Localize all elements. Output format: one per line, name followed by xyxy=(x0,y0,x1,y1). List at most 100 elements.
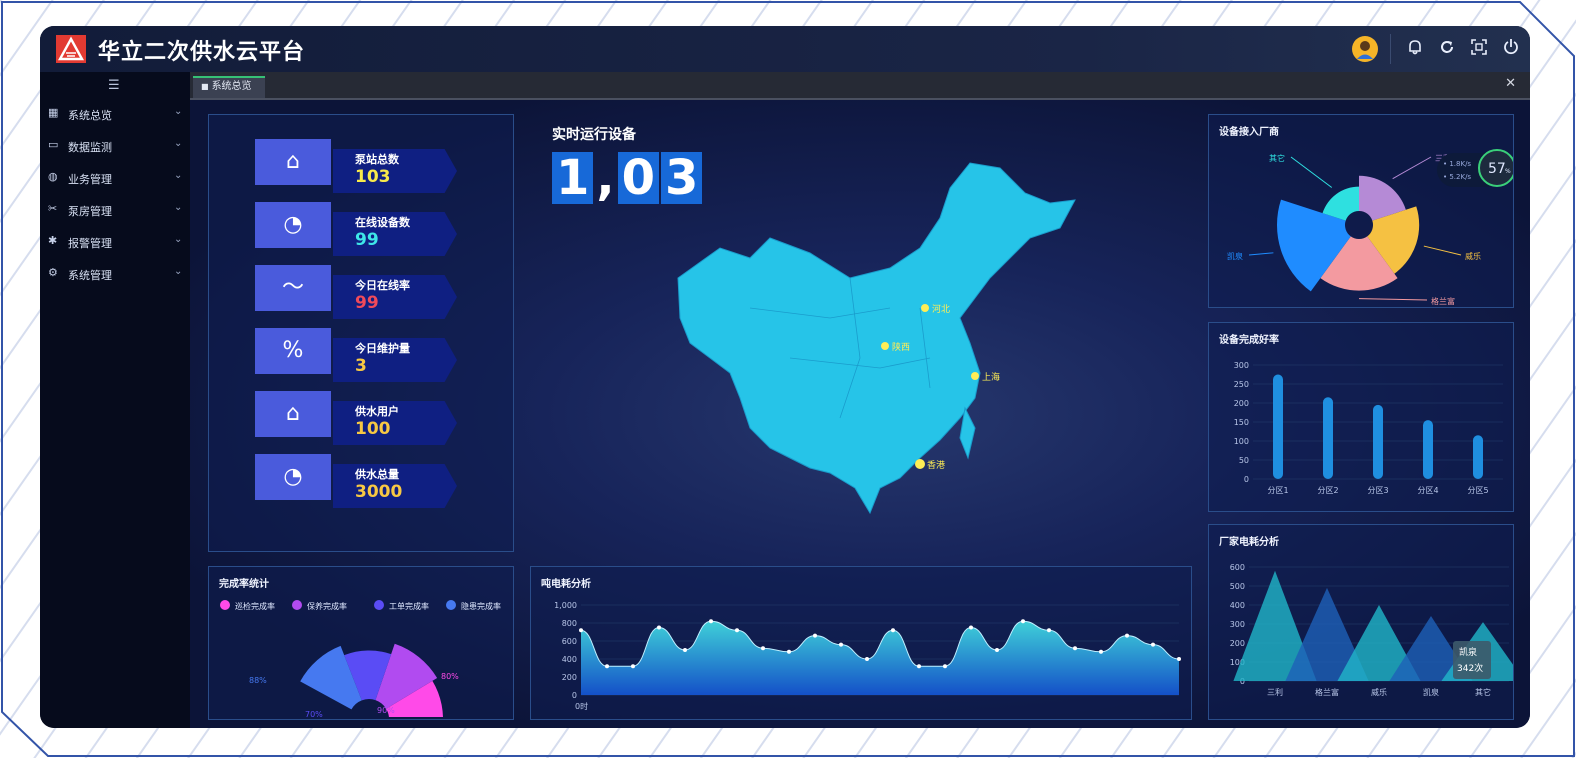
sidebar-item-system[interactable]: ⚙ 系统管理 ⌄ xyxy=(40,258,190,290)
stat-label: 在线设备数 xyxy=(355,216,410,229)
toolbar-divider xyxy=(1390,34,1391,64)
y-tick-label: 250 xyxy=(1234,380,1249,389)
x-tick-label: 凯泉 xyxy=(1423,687,1439,697)
stat-card: ⌂ 供水用户 100 xyxy=(255,391,471,445)
bar xyxy=(1473,435,1483,479)
area-point xyxy=(1047,628,1051,633)
y-tick-label: 500 xyxy=(1230,582,1245,591)
gauge-value: 57 xyxy=(1488,161,1506,177)
area-point xyxy=(605,664,609,669)
y-tick-label: 800 xyxy=(562,619,577,628)
menu-toggle-icon[interactable]: ☰ xyxy=(108,78,120,93)
area-point xyxy=(1021,619,1025,624)
area-point xyxy=(631,664,635,669)
monitor-icon: ▭ xyxy=(48,138,59,151)
area-point xyxy=(735,628,739,633)
stat-value: 99 xyxy=(355,293,379,313)
globe-icon: ◍ xyxy=(48,170,58,183)
x-tick-label: 分区5 xyxy=(1467,486,1488,495)
map-marker[interactable] xyxy=(971,372,979,380)
tab-bar: ■ 系统总览 ✕ xyxy=(190,72,1530,100)
tab-label: 系统总览 xyxy=(211,81,252,92)
counter-separator: , xyxy=(596,150,615,206)
area-point xyxy=(1151,642,1155,647)
power-icon[interactable] xyxy=(1500,38,1522,60)
y-tick-label: 200 xyxy=(562,673,577,682)
ton-chart[interactable]: 0 200 400 600 800 1,000 0时 xyxy=(531,589,1191,717)
pulse-icon: 〜 xyxy=(255,265,331,311)
y-tick-label: 150 xyxy=(1234,418,1249,427)
home-icon: ⌂ xyxy=(255,391,331,437)
vendor-leader xyxy=(1423,245,1462,256)
map-label: 河北 xyxy=(932,303,950,315)
x-tick-label: 其它 xyxy=(1475,687,1491,697)
stat-value: 99 xyxy=(355,230,379,250)
intact-chart[interactable]: 0 50 100 150 200 250 300 分区1 分区2 分区3 分区4 分区5 xyxy=(1209,345,1513,509)
energy-panel: 厂家电耗分析 0 100 200 300 400 500 600 三利 格兰富 威乐 凯泉 其它 凯泉 3… xyxy=(1208,524,1514,720)
vendor-chart[interactable]: 三利威乐格兰富凯泉其它• 1.8K/s• 5.2K/s57% xyxy=(1209,135,1513,305)
stat-value: 100 xyxy=(355,419,391,439)
x-tick-label: 0时 xyxy=(575,701,588,711)
y-tick-label: 400 xyxy=(562,655,577,664)
refresh-icon[interactable] xyxy=(1436,38,1458,60)
vendor-label: 凯泉 xyxy=(1227,251,1243,261)
area-point xyxy=(813,633,817,638)
tooltip-name: 凯泉 xyxy=(1459,646,1477,658)
app-title: 华立二次供水云平台 xyxy=(98,40,306,65)
sidebar-item-business[interactable]: ◍ 业务管理 ⌄ xyxy=(40,162,190,194)
y-tick-label: 200 xyxy=(1230,639,1245,648)
home-icon: ⌂ xyxy=(255,139,331,185)
y-tick-label: 300 xyxy=(1230,620,1245,629)
stat-card: 〜 今日在线率 99 xyxy=(255,265,471,319)
sidebar-item-alarm[interactable]: ✱ 报警管理 ⌄ xyxy=(40,226,190,258)
tab-overview[interactable]: ■ 系统总览 xyxy=(193,76,265,98)
vendor-label: 其它 xyxy=(1269,153,1285,163)
realtime-title: 实时运行设备 xyxy=(552,127,636,143)
area-point xyxy=(995,648,999,652)
area-point xyxy=(1099,649,1103,654)
chart-clock-icon: ◔ xyxy=(255,454,331,500)
area-point xyxy=(787,649,791,654)
top-bar: 华立二次供水云平台 xyxy=(40,26,1530,72)
map-marker[interactable] xyxy=(881,342,889,350)
area-point xyxy=(761,646,765,651)
area-point xyxy=(865,657,869,661)
stat-label: 泵站总数 xyxy=(355,153,399,166)
sidebar-item-monitoring[interactable]: ▭ 数据监测 ⌄ xyxy=(40,130,190,162)
bell-icon[interactable] xyxy=(1404,38,1426,60)
legend-label: 隐患完成率 xyxy=(461,601,501,611)
close-icon[interactable]: ✕ xyxy=(1505,76,1516,91)
stat-card: ◔ 在线设备数 99 xyxy=(255,202,471,256)
china-map[interactable]: 河北 陕西 上海 香港 xyxy=(630,158,1090,518)
legend-label: 巡检完成率 xyxy=(235,601,275,611)
bar xyxy=(1373,404,1383,479)
x-tick-label: 分区3 xyxy=(1367,486,1388,495)
map-marker[interactable] xyxy=(915,459,925,469)
chevron-down-icon: ⌄ xyxy=(174,234,183,245)
sidebar-item-label: 业务管理 xyxy=(68,173,112,186)
legend-swatch xyxy=(220,600,230,610)
sidebar-item-label: 系统总览 xyxy=(68,109,112,122)
chart-clock-icon: ◔ xyxy=(255,202,331,248)
energy-chart[interactable]: 0100200300400500600三利 格兰富 威乐 凯泉 其它凯泉342次 xyxy=(1209,549,1513,717)
sidebar-item-pumphouse[interactable]: ✂ 泵房管理 ⌄ xyxy=(40,194,190,226)
y-tick-label: 300 xyxy=(1234,361,1249,370)
area-point xyxy=(943,664,947,669)
sidebar-item-overview[interactable]: ▦ 系统总览 ⌄ xyxy=(40,98,190,130)
y-tick-label: 600 xyxy=(562,637,577,646)
bar xyxy=(1423,420,1433,479)
completion-chart[interactable]: 巡检完成率 保养完成率 工单完成率 隐患完成率 80% 90% 70% 88% xyxy=(209,589,513,717)
user-avatar[interactable] xyxy=(1352,36,1378,62)
completion-panel: 完成率统计 巡检完成率 保养完成率 工单完成率 隐患完成率 80% 90% 70% 88% xyxy=(208,566,514,720)
alarm-icon: ✱ xyxy=(48,234,58,247)
fullscreen-icon[interactable] xyxy=(1468,38,1490,60)
area-point xyxy=(1177,657,1181,661)
stat-value: 103 xyxy=(355,167,391,187)
legend-swatch xyxy=(446,600,456,610)
vendor-label: 格兰富 xyxy=(1431,296,1455,305)
area-point xyxy=(969,625,973,630)
map-marker[interactable] xyxy=(921,304,929,312)
chevron-down-icon: ⌄ xyxy=(174,266,183,277)
vendor-panel: 设备接入厂商 三利威乐格兰富凯泉其它• 1.8K/s• 5.2K/s57% xyxy=(1208,114,1514,308)
chevron-down-icon: ⌄ xyxy=(174,138,183,149)
